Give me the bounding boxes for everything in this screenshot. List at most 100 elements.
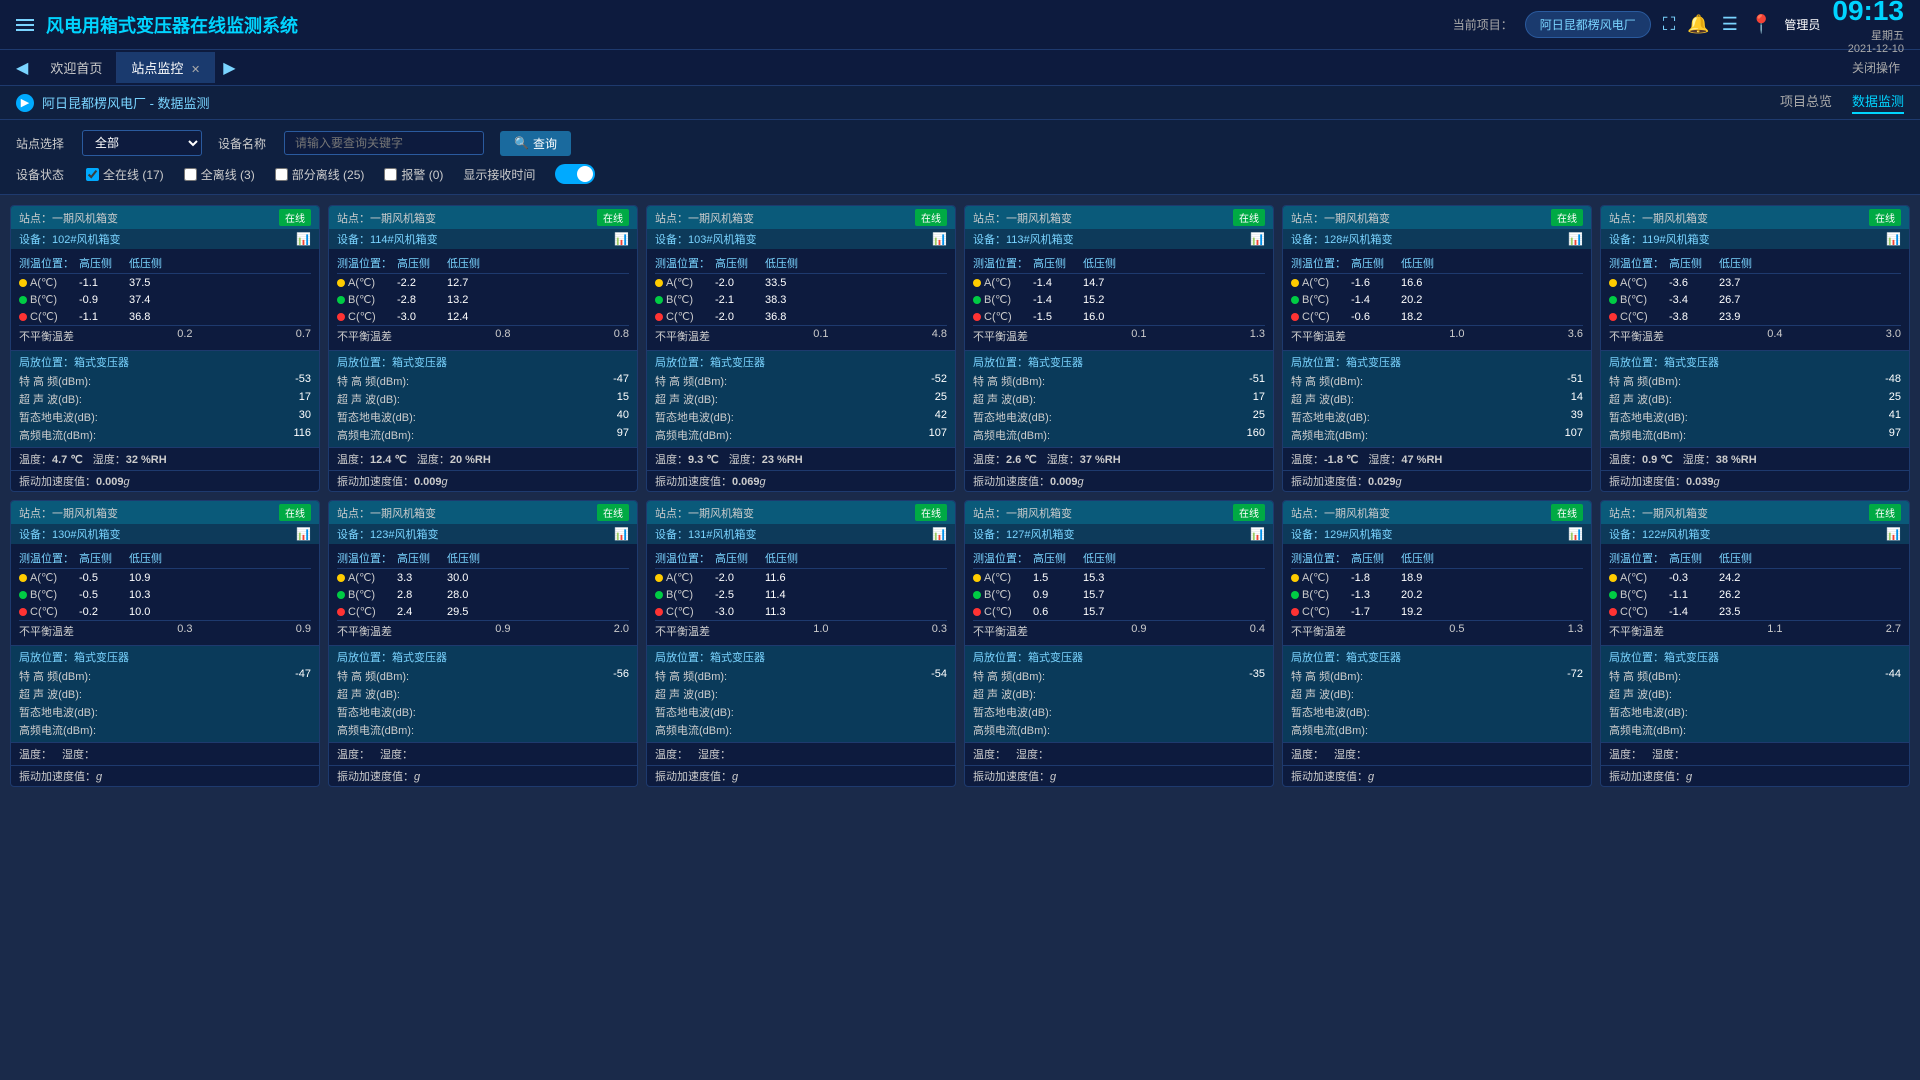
phase-label: A(℃) — [1609, 276, 1669, 289]
search-button[interactable]: 🔍 查询 — [500, 131, 571, 156]
chart-icon[interactable]: 📊 — [1250, 527, 1265, 541]
chart-icon[interactable]: 📊 — [932, 232, 947, 246]
phase-row: C(℃) -3.0 12.4 — [337, 308, 629, 325]
partial-label: 高频电流(dBm): — [337, 722, 414, 738]
phase-dot — [973, 279, 981, 287]
phase-row: C(℃) -1.4 23.5 — [1609, 603, 1901, 620]
project-selector[interactable]: 阿日昆都楞风电厂 — [1525, 11, 1651, 38]
status-alarm[interactable]: 报警 (0) — [384, 166, 443, 183]
temp-label: 温度：-1.8 ℃ — [1291, 451, 1358, 467]
online-badge: 在线 — [1551, 209, 1583, 226]
station-select[interactable]: 全部 — [82, 130, 202, 156]
humidity-label: 湿度：20 %RH — [417, 451, 491, 467]
online-checkbox[interactable] — [86, 168, 99, 181]
phase-dot — [337, 591, 345, 599]
table-header: 测温位置： 高压侧 低压侧 — [973, 548, 1265, 569]
high-val: -1.1 — [79, 277, 129, 289]
env-row: 温度：12.4 ℃ 湿度：20 %RH — [329, 447, 637, 470]
partial-pos-label: 局放位置：箱式变压器 — [1609, 649, 1901, 665]
table-header: 测温位置： 高压侧 低压侧 — [655, 548, 947, 569]
temp-section: 测温位置： 高压侧 低压侧 A(℃) -1.1 37.5 B(℃) -0.9 3… — [11, 249, 319, 350]
high-val: 2.4 — [397, 606, 447, 618]
device-name: 设备：127#风机箱变 — [973, 526, 1074, 542]
partial-value: -51 — [1567, 373, 1583, 389]
temp-label: 温度：0.9 ℃ — [1609, 451, 1673, 467]
station-name: 站点：一期风机箱变 — [1609, 210, 1708, 226]
high-val: -3.8 — [1669, 311, 1719, 323]
high-val: -3.0 — [715, 606, 765, 618]
partial-label: 超 声 波(dB): — [1291, 686, 1354, 702]
imbalance-row: 不平衡温差 1.0 0.3 — [655, 620, 947, 641]
tab-close-icon[interactable]: ✕ — [191, 64, 200, 76]
offline-checkbox[interactable] — [184, 168, 197, 181]
high-side-label: 高压侧 — [79, 550, 129, 566]
status-online[interactable]: 全在线 (17) — [86, 166, 164, 183]
partial-value: 116 — [293, 427, 311, 443]
link-data-monitor[interactable]: 数据监测 — [1852, 91, 1904, 114]
status-offline[interactable]: 全离线 (3) — [184, 166, 255, 183]
high-side-label: 高压侧 — [1033, 255, 1083, 271]
partial-data-row: 高频电流(dBm): — [19, 721, 311, 739]
phase-row: C(℃) 0.6 15.7 — [973, 603, 1265, 620]
show-time-toggle[interactable] — [555, 164, 595, 184]
low-side-label: 低压侧 — [447, 255, 497, 271]
menu-icon[interactable] — [16, 19, 34, 31]
chart-icon[interactable]: 📊 — [1568, 232, 1583, 246]
chart-icon[interactable]: 📊 — [932, 527, 947, 541]
tab-prev[interactable]: ◀ — [8, 58, 36, 78]
low-val: 37.4 — [129, 294, 179, 306]
phase-dot — [973, 608, 981, 616]
chart-icon[interactable]: 📊 — [296, 232, 311, 246]
partial-checkbox[interactable] — [275, 168, 288, 181]
tab-home[interactable]: 欢迎首页 — [36, 52, 117, 83]
settings-icon[interactable]: ☰ — [1722, 14, 1738, 35]
partial-pos-label: 局放位置：箱式变压器 — [19, 354, 311, 370]
card-header-right: 在线 — [1869, 504, 1901, 521]
chart-icon[interactable]: 📊 — [1568, 527, 1583, 541]
partial-data-row: 特 高 频(dBm): -48 — [1609, 372, 1901, 390]
partial-data-row: 暂态地电波(dB): 25 — [973, 408, 1265, 426]
chart-icon[interactable]: 📊 — [1886, 232, 1901, 246]
tab-next[interactable]: ▶ — [215, 58, 243, 78]
table-header: 测温位置： 高压侧 低压侧 — [1291, 253, 1583, 274]
filter-row-1: 站点选择 全部 设备名称 🔍 查询 — [16, 130, 1904, 156]
device-search-input[interactable] — [284, 131, 484, 155]
expand-icon[interactable]: ⛶ — [1663, 14, 1676, 35]
link-overview[interactable]: 项目总览 — [1780, 91, 1832, 114]
bell-icon[interactable]: 🔔 — [1687, 14, 1709, 35]
phase-row: C(℃) -1.5 16.0 — [973, 308, 1265, 325]
partial-data-row: 高频电流(dBm): — [1291, 721, 1583, 739]
partial-data-row: 超 声 波(dB): — [1609, 685, 1901, 703]
imbalance-low: 3.0 — [1886, 328, 1901, 344]
alarm-checkbox[interactable] — [384, 168, 397, 181]
tab-station-monitor[interactable]: 站点监控 ✕ — [117, 52, 215, 83]
status-partial[interactable]: 部分离线 (25) — [275, 166, 365, 183]
phase-row: B(℃) -0.5 10.3 — [19, 586, 311, 603]
chart-icon[interactable]: 📊 — [614, 232, 629, 246]
phase-label: B(℃) — [1609, 293, 1669, 306]
partial-label: 特 高 频(dBm): — [1609, 373, 1681, 389]
partial-data-row: 高频电流(dBm): — [1609, 721, 1901, 739]
humidity-label: 湿度： — [380, 746, 413, 762]
chart-icon[interactable]: 📊 — [1250, 232, 1265, 246]
high-val: -3.6 — [1669, 277, 1719, 289]
card-header: 站点：一期风机箱变 在线 — [1283, 501, 1591, 524]
imbalance-high: 1.1 — [1767, 623, 1782, 639]
partial-data-row: 高频电流(dBm): — [655, 721, 947, 739]
low-val: 33.5 — [765, 277, 815, 289]
card-header-right: 在线 — [597, 504, 629, 521]
phase-dot — [337, 313, 345, 321]
imbalance-low: 2.7 — [1886, 623, 1901, 639]
vibration-row: 振动加速度值：0.039g — [1601, 470, 1909, 491]
env-row: 温度：0.9 ℃ 湿度：38 %RH — [1601, 447, 1909, 470]
high-val: -1.6 — [1351, 277, 1401, 289]
high-val: -1.5 — [1033, 311, 1083, 323]
phase-row: A(℃) -2.0 11.6 — [655, 569, 947, 586]
chart-icon[interactable]: 📊 — [1886, 527, 1901, 541]
phase-row: A(℃) -2.2 12.7 — [337, 274, 629, 291]
chart-icon[interactable]: 📊 — [614, 527, 629, 541]
close-op-button[interactable]: 关闭操作 — [1840, 59, 1912, 76]
device-label: 设备名称 — [218, 135, 268, 152]
chart-icon[interactable]: 📊 — [296, 527, 311, 541]
partial-label: 特 高 频(dBm): — [19, 373, 91, 389]
